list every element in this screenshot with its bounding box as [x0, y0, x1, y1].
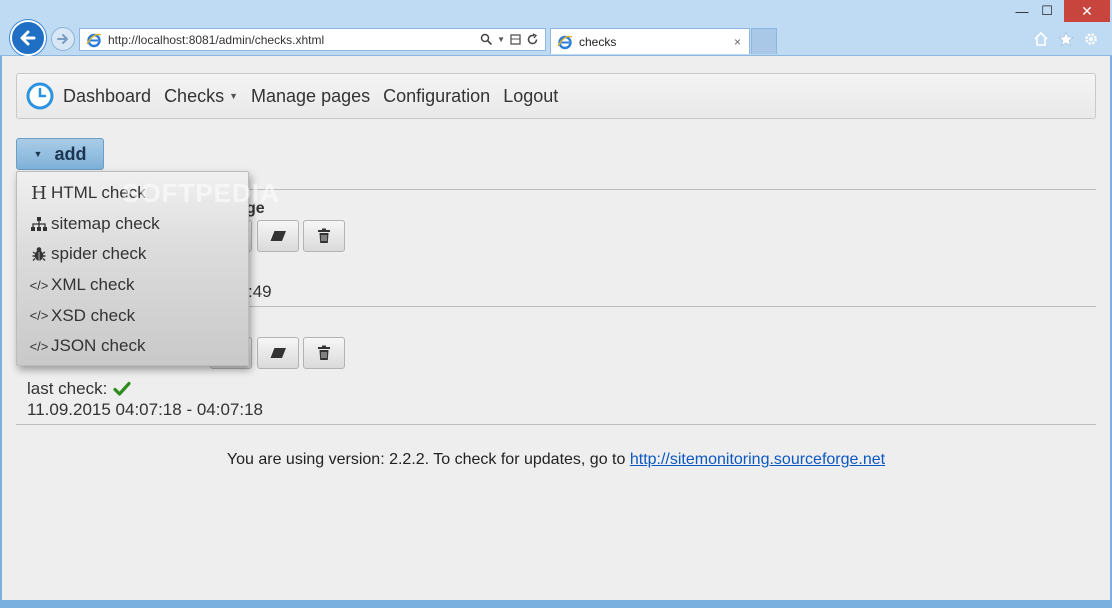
menu-item-label: spider check [51, 244, 147, 264]
nav-dashboard[interactable]: Dashboard [63, 86, 151, 107]
nav-checks[interactable]: Checks ▼ [164, 86, 238, 107]
eraser-icon [269, 347, 286, 359]
delete-button[interactable] [303, 220, 345, 252]
menu-item-label: XML check [51, 275, 135, 295]
nav-configuration[interactable]: Configuration [383, 86, 490, 107]
window-maximize-button[interactable]: ☐ [1034, 0, 1060, 22]
search-icon[interactable] [480, 33, 493, 46]
menu-item-json-check[interactable]: </> JSON check [17, 331, 248, 362]
code-icon: </> [29, 308, 49, 324]
menu-item-label: JSON check [51, 336, 146, 356]
new-tab-button[interactable] [751, 28, 777, 54]
add-button-label: add [54, 143, 87, 164]
back-arrow-icon [20, 30, 36, 46]
version-footer: You are using version: 2.2.2. To check f… [2, 451, 1110, 469]
add-check-dropdown-menu: SOFTPEDIA H HTML check sitemap check spi… [16, 171, 279, 366]
page-content: Dashboard Checks ▼ Manage pages Configura… [2, 56, 1110, 600]
trash-icon [318, 345, 330, 360]
last-check-label: last check: [27, 379, 131, 399]
url-text[interactable]: http://localhost:8081/admin/checks.xhtml [108, 33, 480, 47]
compatibility-view-icon[interactable] [509, 33, 522, 46]
success-check-icon [113, 381, 131, 396]
chevron-down-icon: ▼ [229, 91, 239, 101]
nav-logout[interactable]: Logout [503, 86, 558, 107]
menu-item-label: sitemap check [51, 213, 160, 233]
settings-gear-icon[interactable] [1083, 31, 1099, 47]
last-check-time: :49 [248, 282, 272, 301]
window-close-button[interactable]: ✕ [1064, 0, 1110, 22]
eraser-icon [269, 230, 286, 242]
menu-item-xsd-check[interactable]: </> XSD check [17, 300, 248, 331]
tab-title: checks [579, 34, 617, 49]
tab-close-icon[interactable]: × [734, 35, 749, 49]
clear-button[interactable] [257, 220, 299, 252]
html-header-icon: H [31, 182, 47, 204]
refresh-icon[interactable] [526, 33, 539, 46]
last-check-time: 11.09.2015 04:07:18 - 04:07:18 [27, 400, 263, 419]
favorites-star-icon[interactable] [1058, 31, 1074, 47]
add-check-button[interactable]: ▼ add [16, 138, 104, 170]
address-bar[interactable]: http://localhost:8081/admin/checks.xhtml… [79, 28, 546, 51]
window-frame-bottom [0, 600, 1112, 608]
forward-button[interactable] [51, 27, 75, 51]
version-text: You are using version: 2.2.2. To check f… [226, 451, 630, 468]
divider [16, 424, 1096, 425]
code-icon: </> [29, 277, 49, 293]
ie-logo-icon [86, 32, 102, 48]
menu-item-sitemap-check[interactable]: sitemap check [17, 209, 248, 240]
forward-arrow-icon [57, 34, 68, 44]
tab-checks[interactable]: checks × [550, 28, 750, 54]
menu-item-xml-check[interactable]: </> XML check [17, 270, 248, 301]
menu-item-spider-check[interactable]: spider check [17, 239, 248, 270]
search-dropdown-icon[interactable]: ▼ [497, 35, 505, 44]
menu-item-html-check[interactable]: H HTML check [17, 178, 248, 209]
delete-button[interactable] [303, 337, 345, 369]
trash-icon [318, 228, 330, 243]
home-icon[interactable] [1033, 31, 1049, 47]
code-icon: </> [29, 338, 49, 354]
navbar: Dashboard Checks ▼ Manage pages Configura… [16, 73, 1096, 119]
clock-logo-icon[interactable] [26, 82, 54, 110]
back-button[interactable] [10, 20, 46, 56]
nav-manage-pages[interactable]: Manage pages [251, 86, 370, 107]
browser-chrome: — ☐ ✕ http://localhost:8081/admin/checks… [0, 0, 1112, 56]
menu-item-label: XSD check [51, 305, 136, 325]
sourceforge-link[interactable]: http://sitemonitoring.sourceforge.net [630, 451, 885, 468]
window-minimize-button[interactable]: — [1010, 0, 1034, 22]
chevron-down-icon: ▼ [33, 149, 43, 159]
bug-icon [29, 246, 49, 262]
tab-ie-logo-icon [557, 34, 573, 50]
clear-button[interactable] [257, 337, 299, 369]
menu-item-label: HTML check [51, 183, 146, 203]
sitemap-icon [29, 216, 49, 231]
